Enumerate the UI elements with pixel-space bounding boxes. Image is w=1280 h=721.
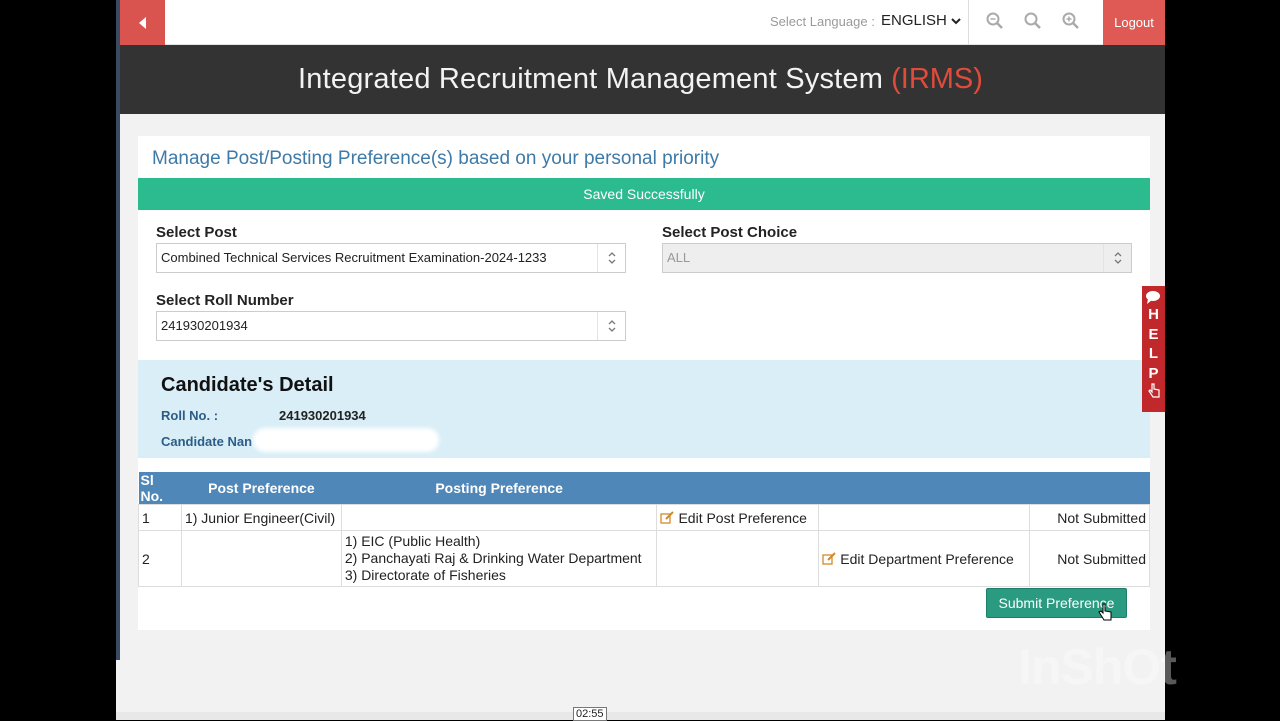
status-cell: Not Submitted xyxy=(1029,504,1150,531)
help-label: HELP xyxy=(1148,306,1159,382)
mouse-cursor-icon xyxy=(1098,603,1112,621)
edit-icon xyxy=(822,551,837,565)
app-title: Integrated Recruitment Management System xyxy=(298,63,884,95)
app-header: Integrated Recruitment Management System… xyxy=(116,45,1165,114)
posting-preference-cell: 1) EIC (Public Health) 2) Panchayati Raj… xyxy=(340,530,658,587)
edit-post-preference-label: Edit Post Preference xyxy=(678,509,807,526)
posting-preference-cell xyxy=(340,504,658,531)
select-post-choice-dropdown[interactable]: ALL xyxy=(662,243,1132,273)
zoom-out-icon[interactable] xyxy=(985,11,1005,31)
post-preference-cell xyxy=(180,530,342,587)
app-title-abbr: (IRMS) xyxy=(891,63,983,95)
window-edge xyxy=(116,0,120,660)
select-post-choice-value: ALL xyxy=(667,250,691,265)
posting-preference-item: 2) Panchayati Raj & Drinking Water Depar… xyxy=(344,550,642,566)
video-timestamp: 02:55 xyxy=(573,707,607,721)
select-roll-label: Select Roll Number xyxy=(156,292,294,309)
preference-panel: Manage Post/Posting Preference(s) based … xyxy=(138,136,1150,630)
chat-bubble-icon xyxy=(1145,291,1160,304)
back-button[interactable] xyxy=(120,0,165,45)
table-row: 1 1) Junior Engineer(Civil) Edit Post Pr… xyxy=(138,504,1150,531)
candidate-name-label: Candidate Nan xyxy=(161,434,253,449)
blank-header xyxy=(1029,472,1150,505)
zoom-in-icon[interactable] xyxy=(1061,11,1081,31)
select-post-dropdown[interactable]: Combined Technical Services Recruitment … xyxy=(156,243,626,273)
candidate-detail-title: Candidate's Detail xyxy=(161,374,334,396)
language-value: ENGLISH xyxy=(881,12,947,29)
table-header-row: Sl No. Post Preference Posting Preferenc… xyxy=(138,472,1150,505)
roll-no-value: 241930201934 xyxy=(279,408,366,423)
language-label: Select Language : xyxy=(770,14,875,29)
help-tab[interactable]: HELP xyxy=(1142,286,1165,412)
video-frame: Select Language : ENGLISH Logout Integra… xyxy=(0,0,1280,721)
post-preference-header: Post Preference xyxy=(181,472,342,505)
roll-no-label: Roll No. : xyxy=(161,408,219,423)
sl-no-cell: 2 xyxy=(138,530,182,587)
browser-viewport: Select Language : ENGLISH Logout Integra… xyxy=(116,0,1165,720)
select-post-label: Select Post xyxy=(156,224,237,241)
bottom-strip xyxy=(116,712,1165,720)
blank-header xyxy=(818,472,1030,505)
success-alert: Saved Successfully xyxy=(138,178,1150,210)
status-cell: Not Submitted xyxy=(1029,530,1150,587)
select-roll-value: 241930201934 xyxy=(161,318,248,333)
top-bar: Select Language : ENGLISH Logout xyxy=(116,0,1165,45)
post-preference-cell: 1) Junior Engineer(Civil) xyxy=(180,504,342,531)
select-roll-dropdown[interactable]: 241930201934 xyxy=(156,311,626,341)
edit-icon xyxy=(660,510,675,524)
table-row: 2 1) EIC (Public Health) 2) Panchayati R… xyxy=(138,530,1150,587)
divider xyxy=(968,0,969,45)
edit-post-preference-link[interactable]: Edit Post Preference xyxy=(656,504,820,531)
empty-cell xyxy=(818,504,1031,531)
posting-preference-item: 3) Directorate of Fisheries xyxy=(344,567,506,583)
updown-arrows-icon xyxy=(1103,244,1131,272)
empty-cell xyxy=(656,530,820,587)
preference-table: Sl No. Post Preference Posting Preferenc… xyxy=(138,472,1150,587)
updown-arrows-icon xyxy=(597,312,625,340)
select-post-value: Combined Technical Services Recruitment … xyxy=(161,250,547,265)
inshot-watermark: InShOt xyxy=(1018,639,1177,695)
page-title: Manage Post/Posting Preference(s) based … xyxy=(152,148,720,169)
select-post-choice-label: Select Post Choice xyxy=(662,224,798,241)
redacted-name xyxy=(253,428,439,452)
updown-arrows-icon xyxy=(597,244,625,272)
edit-department-preference-label: Edit Department Preference xyxy=(840,550,1014,567)
pointer-hand-icon xyxy=(1147,383,1160,398)
zoom-reset-icon[interactable] xyxy=(1023,11,1043,31)
posting-preference-item: 1) EIC (Public Health) xyxy=(344,533,481,549)
blank-header xyxy=(656,472,819,505)
logout-button[interactable]: Logout xyxy=(1103,0,1165,45)
language-select[interactable]: ENGLISH xyxy=(881,12,961,29)
caret-left-icon xyxy=(138,16,146,29)
sl-no-cell: 1 xyxy=(138,504,182,531)
candidate-detail-section: Candidate's Detail Roll No. : 2419302019… xyxy=(138,360,1150,458)
posting-preference-header: Posting Preference xyxy=(341,472,657,505)
edit-department-preference-link[interactable]: Edit Department Preference xyxy=(818,530,1031,587)
chevron-down-icon xyxy=(951,18,961,25)
sl-no-header: Sl No. xyxy=(138,472,182,505)
